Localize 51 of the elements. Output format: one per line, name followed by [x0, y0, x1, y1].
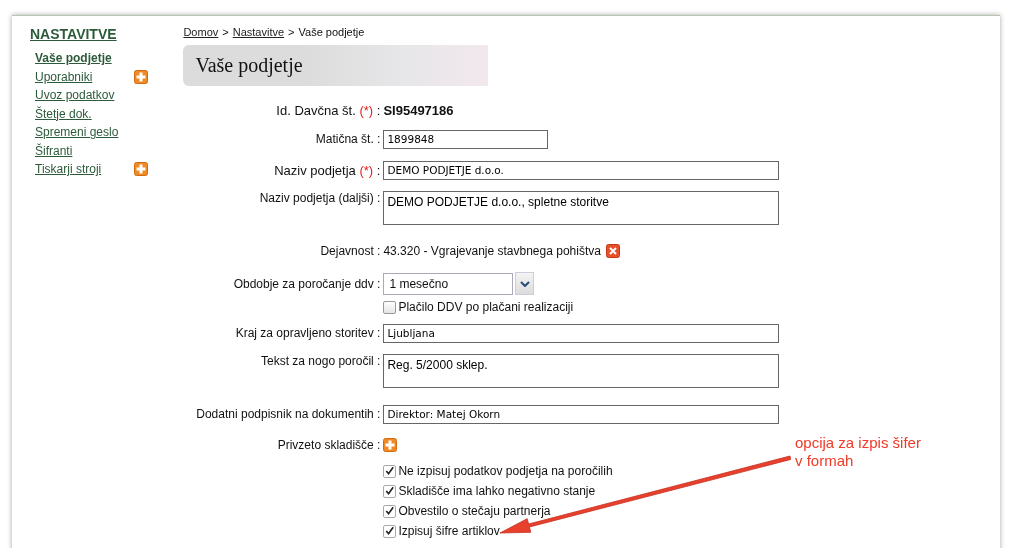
field-label: Naziv podjetja (*) :	[274, 162, 381, 178]
add-icon[interactable]	[383, 438, 398, 452]
sidebar-link[interactable]: Uporabniki	[35, 69, 93, 84]
breadcrumb-link[interactable]: Nastavitve	[232, 26, 285, 40]
text-field[interactable]: Ljubljana	[383, 323, 780, 343]
field-label: Naziv podjetja (daljši) :	[259, 191, 381, 205]
field-label: Tekst za nogo poročil :	[261, 354, 381, 368]
field-label: Dodatni podpisnik na dokumentih :	[196, 407, 381, 421]
sidebar-link[interactable]: Spremeni geslo	[35, 125, 119, 140]
sidebar-link[interactable]: Tiskarji stroji	[35, 162, 102, 177]
field-value: 43.320 - Vgrajevanje stavbnega pohištva	[383, 244, 601, 258]
checkbox-label: Ne izpisuj podatkov podjetja na poročilih	[398, 464, 613, 478]
checkbox[interactable]	[383, 484, 397, 498]
add-icon[interactable]	[134, 69, 148, 84]
sidebar-title: NASTAVITVE	[30, 26, 118, 42]
checkbox-label: Plačilo DDV po plačani realizaciji	[398, 300, 574, 314]
sidebar-link[interactable]: Uvoz podatkov	[35, 88, 115, 103]
checkbox[interactable]	[383, 504, 397, 518]
checkbox-label: Skladišče ima lahko negativno stanje	[398, 484, 596, 498]
annotation-text: v formah	[795, 452, 855, 470]
text-area[interactable]: DEMO PODJETJE d.o.o., spletne storitve	[383, 191, 780, 225]
select-field[interactable]: 1 mesečno	[383, 272, 514, 295]
page-title: Vaše podjetje	[183, 45, 489, 86]
field-label: Kraj za opravljeno storitev :	[235, 326, 381, 340]
sidebar-link[interactable]: Štetje dok.	[35, 106, 92, 121]
breadcrumb-separator: >	[222, 26, 229, 40]
checkbox[interactable]	[383, 464, 397, 478]
text-area[interactable]: Reg. 5/2000 sklep.	[383, 354, 780, 388]
breadcrumb-link[interactable]: Domov	[183, 26, 219, 40]
field-label: Privzeto skladišče :	[277, 438, 381, 452]
field-label: Obdobje za poročanje ddv :	[233, 276, 381, 291]
annotation-text: opcija za izpis šifer	[795, 434, 921, 452]
field-label: Id. Davčna št. (*) :	[276, 102, 381, 118]
dropdown-button[interactable]	[515, 272, 535, 295]
checkbox-label: Obvestilo o stečaju partnerja	[398, 504, 551, 518]
checkbox[interactable]	[383, 300, 397, 314]
add-icon[interactable]	[134, 162, 148, 177]
sidebar-link[interactable]: Šifranti	[35, 143, 73, 158]
text-field[interactable]: Direktor: Matej Okorn	[383, 404, 780, 424]
field-label: Matična št. :	[315, 132, 381, 146]
sidebar-link[interactable]: Vaše podjetje	[35, 51, 112, 66]
close-icon[interactable]	[605, 244, 620, 258]
checkbox[interactable]	[383, 524, 397, 538]
field-label: Dejavnost :	[320, 244, 381, 258]
text-field[interactable]: 1899848	[383, 129, 549, 149]
breadcrumb-current: Vaše podjetje	[298, 26, 365, 40]
text-field[interactable]: DEMO PODJETJE d.o.o.	[383, 160, 780, 180]
checkbox-label: Izpisuj šifre artiklov	[398, 524, 500, 538]
caret-icon	[519, 280, 530, 287]
field-value: SI95497186	[383, 102, 454, 118]
breadcrumb-separator: >	[288, 26, 295, 40]
